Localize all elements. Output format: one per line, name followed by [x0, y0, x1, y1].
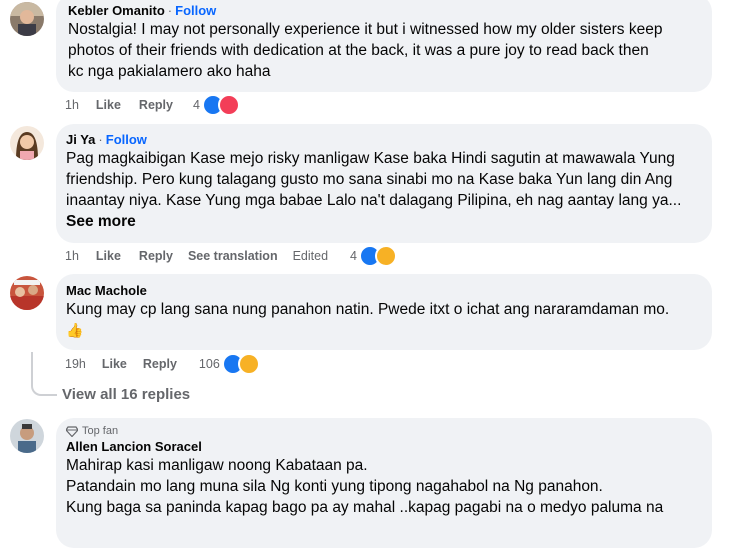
- follow-button[interactable]: Follow: [106, 132, 147, 147]
- avatar[interactable]: [10, 2, 44, 36]
- comment-author[interactable]: Allen Lancion Soracel: [66, 439, 202, 454]
- reactions[interactable]: 4: [350, 245, 397, 267]
- edited-label[interactable]: Edited: [293, 249, 328, 263]
- haha-reaction-icon: [375, 245, 397, 267]
- avatar[interactable]: [10, 276, 44, 310]
- comment-actions: 1h Like Reply 4: [65, 94, 240, 116]
- avatar[interactable]: [10, 126, 44, 160]
- like-button[interactable]: Like: [102, 357, 127, 371]
- comment-text: Mahirap kasi manligaw noong Kabataan pa.…: [66, 457, 664, 516]
- comment-actions: 19h Like Reply 106: [65, 353, 260, 375]
- avatar[interactable]: [10, 419, 44, 453]
- reaction-count: 4: [350, 249, 357, 263]
- comment-time[interactable]: 19h: [65, 357, 86, 371]
- reply-button[interactable]: Reply: [139, 249, 173, 263]
- comment-bubble: Mac Machole Kung may cp lang sana nung p…: [56, 274, 712, 350]
- view-all-replies-link[interactable]: View all 16 replies: [62, 386, 190, 403]
- reaction-count: 4: [192, 98, 200, 112]
- comment-bubble: Kebler Omanito · Follow Nostalgia! I may n…: [56, 0, 712, 92]
- haha-reaction-icon: [237, 353, 260, 375]
- comment-author[interactable]: Kebler Omanito: [68, 3, 165, 18]
- like-button[interactable]: Like: [96, 249, 121, 263]
- follow-button[interactable]: Follow: [175, 3, 216, 18]
- reactions[interactable]: 106: [199, 353, 260, 375]
- diamond-icon: [66, 425, 78, 437]
- reply-button[interactable]: Reply: [143, 357, 177, 371]
- reactions[interactable]: 4: [193, 94, 240, 116]
- comment-author[interactable]: Ji Ya: [66, 132, 95, 147]
- reaction-count: 106: [198, 357, 220, 371]
- comment-bubble: Top fan Allen Lancion Soracel Mahirap ka…: [56, 418, 712, 548]
- comment-time[interactable]: 1h: [65, 98, 79, 112]
- reply-thread-line: [31, 352, 57, 396]
- comment-bubble: Ji Ya · Follow Pag magkaibigan Kase mejo r…: [56, 124, 712, 243]
- see-translation-link[interactable]: See translation: [188, 249, 278, 263]
- comment-actions: 1h Like Reply See translation Edited 4: [65, 245, 397, 267]
- top-fan-badge: Top fan: [66, 425, 702, 437]
- comment-author[interactable]: Mac Machole: [66, 283, 147, 298]
- see-more-link[interactable]: See more: [66, 211, 702, 232]
- like-button[interactable]: Like: [96, 98, 121, 112]
- comment-text: Pag magkaibigan Kase mejo risky manligaw…: [66, 150, 682, 209]
- heart-reaction-icon: [217, 94, 240, 116]
- reply-button[interactable]: Reply: [139, 98, 173, 112]
- comment-time[interactable]: 1h: [65, 249, 79, 263]
- thumbs-up-emoji: 👍: [66, 322, 84, 338]
- comment-text: Kung may cp lang sana nung panahon natin…: [66, 299, 702, 341]
- comment-text: Nostalgia! I may not personally experien…: [68, 21, 663, 80]
